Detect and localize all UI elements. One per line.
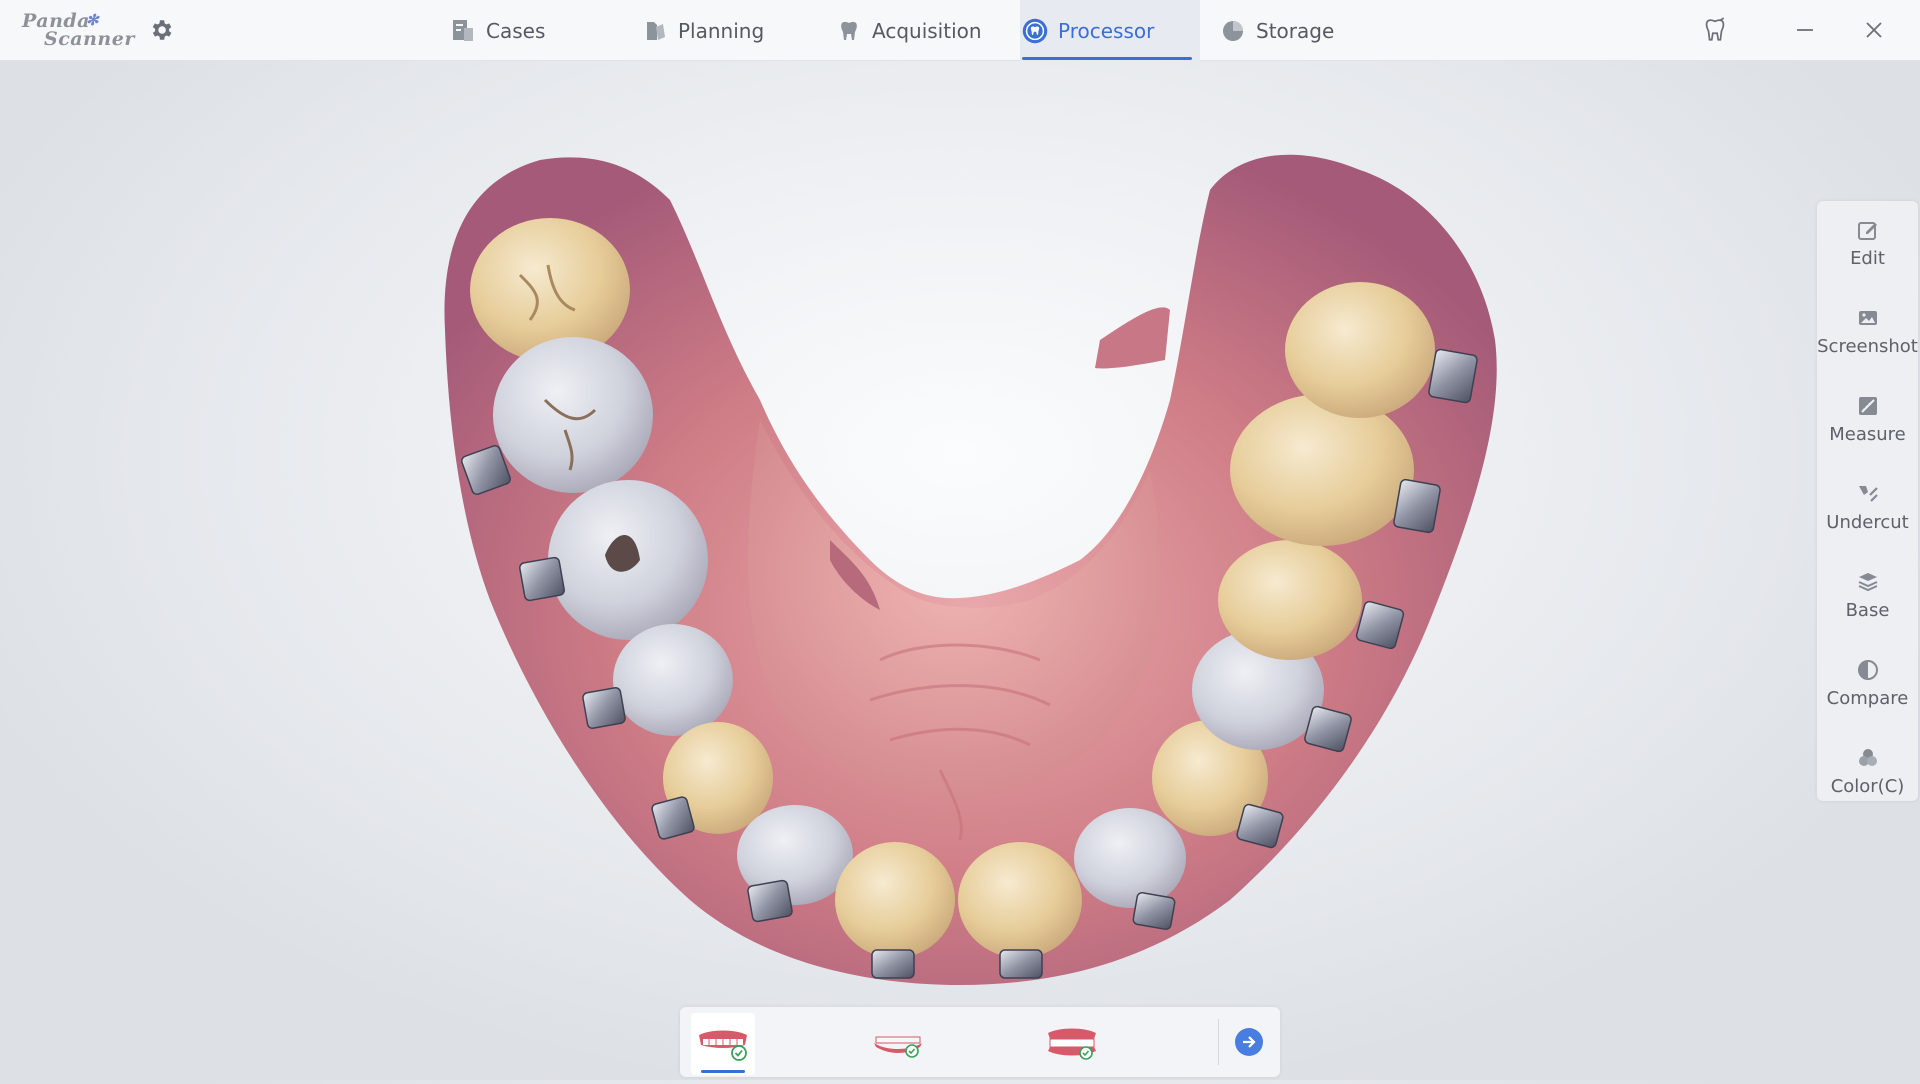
title-bar: Panda ✻ Scanner Cases Planning Acquisiti… (0, 0, 1920, 61)
settings-gear-icon[interactable] (148, 17, 174, 43)
measure-tool-label: Measure (1829, 424, 1906, 445)
minimize-icon[interactable] (1790, 15, 1820, 45)
compare-tool-button[interactable]: Compare (1817, 646, 1918, 726)
bite-button[interactable] (1040, 1013, 1104, 1075)
dental-arch-scan (444, 154, 1497, 986)
tab-planning-label: Planning (678, 18, 765, 43)
paw-icon: ✻ (86, 11, 100, 29)
divider (1218, 1019, 1219, 1065)
color-tool-button[interactable]: Color(C) (1817, 734, 1918, 814)
undercut-tool-label: Undercut (1826, 512, 1909, 533)
edit-tool-label: Edit (1850, 248, 1885, 269)
tab-storage[interactable]: Storage (1220, 0, 1334, 61)
cases-icon (450, 18, 476, 44)
layers-icon (1856, 570, 1880, 594)
tab-processor-label: Processor (1058, 18, 1155, 43)
processor-icon (1022, 18, 1048, 44)
tab-processor[interactable]: Processor (1020, 0, 1200, 61)
screenshot-tool-label: Screenshot (1817, 336, 1918, 357)
jaw-selector-bar (680, 1007, 1280, 1077)
upper-jaw-button[interactable] (691, 1013, 755, 1075)
tab-cases-label: Cases (486, 18, 546, 43)
measure-icon (1856, 394, 1880, 418)
storage-pie-icon (1220, 18, 1246, 44)
screenshot-tool-button[interactable]: Screenshot (1817, 294, 1918, 374)
edit-tool-button[interactable]: Edit (1817, 206, 1918, 286)
compare-tool-label: Compare (1826, 688, 1909, 709)
planning-icon (642, 18, 668, 44)
next-step-button[interactable] (1235, 1028, 1263, 1056)
tool-panel: Edit Screenshot Measure Undercut Base Co… (1817, 201, 1918, 801)
close-icon[interactable] (1859, 15, 1889, 45)
color-tool-label: Color(C) (1830, 776, 1905, 797)
logo-text-line2: Scanner (44, 28, 135, 50)
panda-scanner-logo: Panda ✻ Scanner (22, 10, 134, 50)
undercut-icon (1856, 482, 1880, 506)
tab-acquisition[interactable]: Acquisition (836, 0, 982, 61)
edit-icon (1856, 218, 1880, 242)
tab-storage-label: Storage (1256, 18, 1335, 43)
image-icon (1856, 306, 1880, 330)
base-tool-label: Base (1845, 600, 1890, 621)
tab-planning[interactable]: Planning (642, 0, 764, 61)
arrow-right-icon (1243, 1036, 1256, 1048)
color-circles-icon (1856, 746, 1880, 770)
bite-checked-icon (1048, 1028, 1096, 1060)
tooth-outline-icon[interactable] (1700, 15, 1730, 45)
scan-3d-viewport[interactable] (0, 62, 1920, 1080)
lower-jaw-button[interactable] (866, 1013, 930, 1075)
undercut-tool-button[interactable]: Undercut (1817, 470, 1918, 550)
compare-icon (1856, 658, 1880, 682)
tab-cases[interactable]: Cases (450, 0, 545, 61)
tooth-icon (836, 18, 862, 44)
upper-jaw-checked-icon (699, 1030, 747, 1061)
tab-acquisition-label: Acquisition (872, 18, 982, 43)
measure-tool-button[interactable]: Measure (1817, 382, 1918, 462)
base-tool-button[interactable]: Base (1817, 558, 1918, 638)
lower-jaw-checked-icon (874, 1036, 922, 1058)
